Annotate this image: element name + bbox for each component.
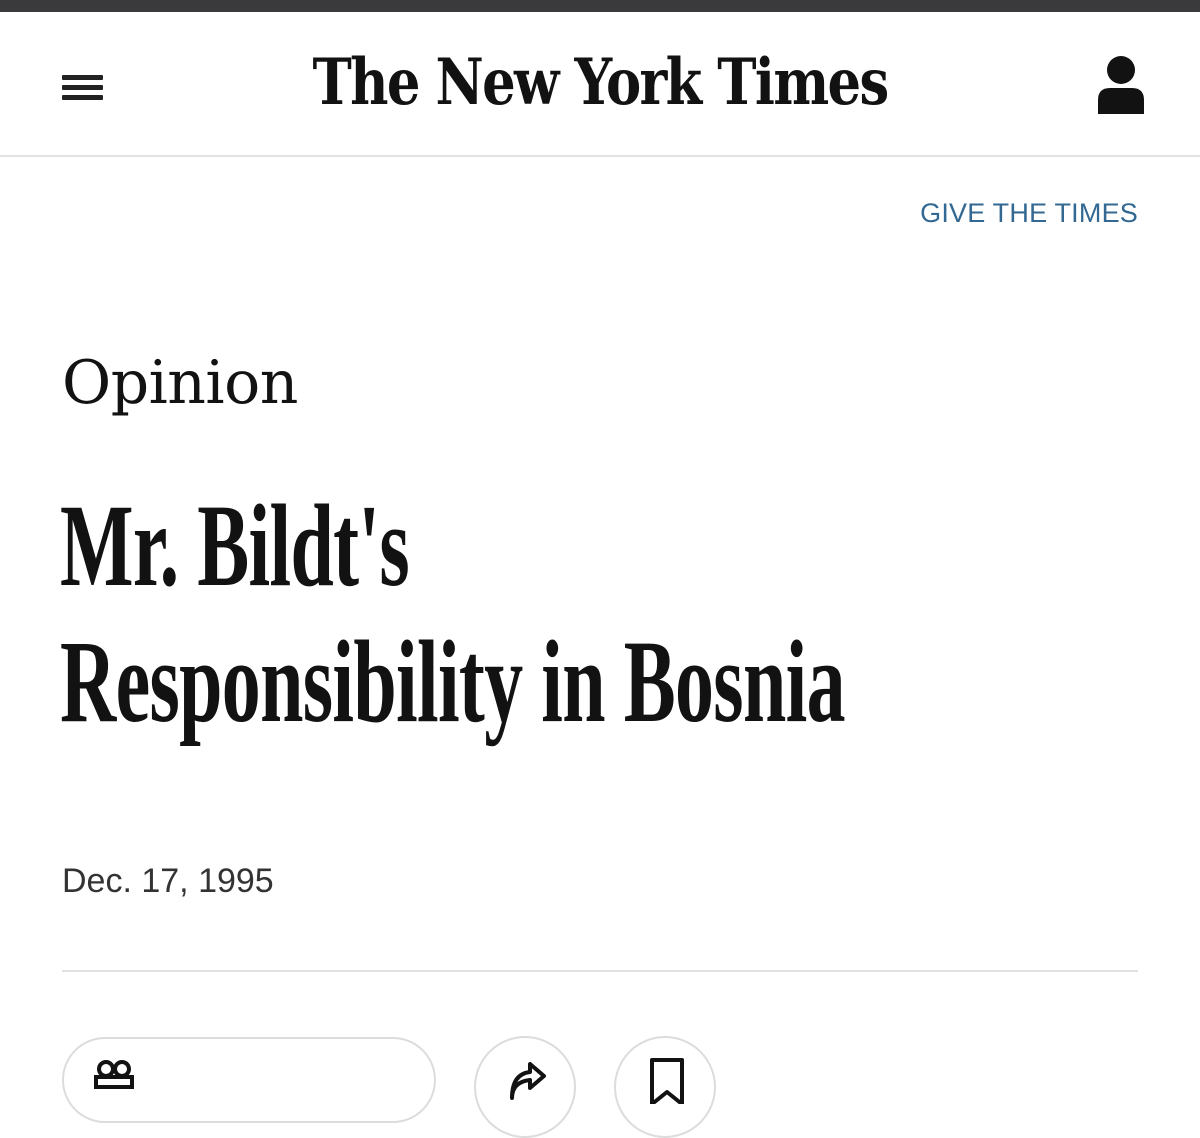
menu-bar [62, 85, 103, 90]
browser-top-strip [0, 0, 1200, 12]
save-button[interactable] [614, 1036, 716, 1138]
section-label[interactable]: Opinion [62, 348, 298, 418]
header-divider [0, 155, 1200, 157]
gift-icon [94, 1060, 134, 1089]
menu-bar [62, 75, 103, 80]
nyt-logo[interactable]: The New York Times [300, 38, 900, 138]
headline-line: Responsibility in Bosnia [60, 616, 846, 747]
nyt-logo-text: The New York Times [313, 45, 888, 120]
publish-date: Dec. 17, 1995 [62, 862, 274, 900]
share-button[interactable] [474, 1036, 576, 1138]
share-arrow-icon [510, 1062, 546, 1100]
headline-line: Mr. Bildt's [60, 480, 410, 611]
hamburger-menu-icon[interactable] [52, 68, 112, 108]
user-account-icon[interactable] [1090, 52, 1152, 118]
share-full-article-button[interactable] [62, 1037, 436, 1123]
user-silhouette-icon [1098, 56, 1144, 114]
menu-bar [62, 95, 103, 100]
give-the-times-link[interactable]: GIVE THE TIMES [920, 198, 1138, 229]
bookmark-icon [650, 1058, 684, 1104]
nyt-logo-wordmark: The New York Times [313, 45, 890, 120]
article-headline: Mr. Bildt's Responsibility in Bosnia [60, 478, 846, 750]
article-divider [62, 970, 1138, 972]
